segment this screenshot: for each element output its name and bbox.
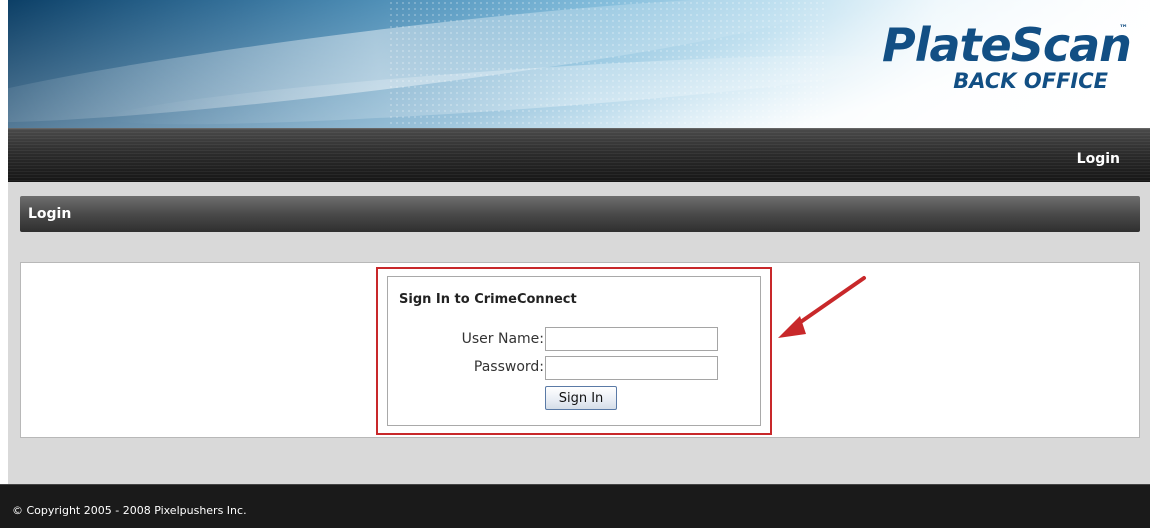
- username-input[interactable]: [545, 327, 718, 351]
- sign-in-button[interactable]: Sign In: [545, 386, 617, 410]
- main-content: Login Sign In to CrimeConnect User Name:…: [8, 182, 1150, 484]
- annotation-arrow-icon: [778, 276, 866, 338]
- copyright-text: © Copyright 2005 - 2008 Pixelpushers Inc…: [12, 504, 247, 517]
- username-label: User Name:: [461, 331, 544, 347]
- password-input[interactable]: [545, 356, 718, 380]
- sign-in-box: Sign In to CrimeConnect User Name: Passw…: [387, 276, 761, 426]
- header-banner: PlateScan ™ BACK OFFICE: [8, 0, 1150, 128]
- footer: © Copyright 2005 - 2008 Pixelpushers Inc…: [0, 484, 1150, 528]
- top-nav-bar: Login: [8, 128, 1150, 183]
- sign-in-title: Sign In to CrimeConnect: [399, 292, 577, 307]
- logo-trademark: ™: [1119, 24, 1128, 34]
- section-title: Login: [28, 206, 72, 222]
- platescan-logo: PlateScan ™ BACK OFFICE: [882, 18, 1132, 110]
- logo-main-text: PlateScan: [882, 18, 1132, 72]
- password-label: Password:: [473, 359, 544, 375]
- logo-sub-text: BACK OFFICE: [953, 69, 1108, 93]
- section-header: Login: [20, 196, 1140, 232]
- nav-login-link[interactable]: Login: [1077, 151, 1120, 167]
- banner-dot-pattern: [388, 0, 828, 128]
- annotation-highlight-box: Sign In to CrimeConnect User Name: Passw…: [376, 267, 772, 435]
